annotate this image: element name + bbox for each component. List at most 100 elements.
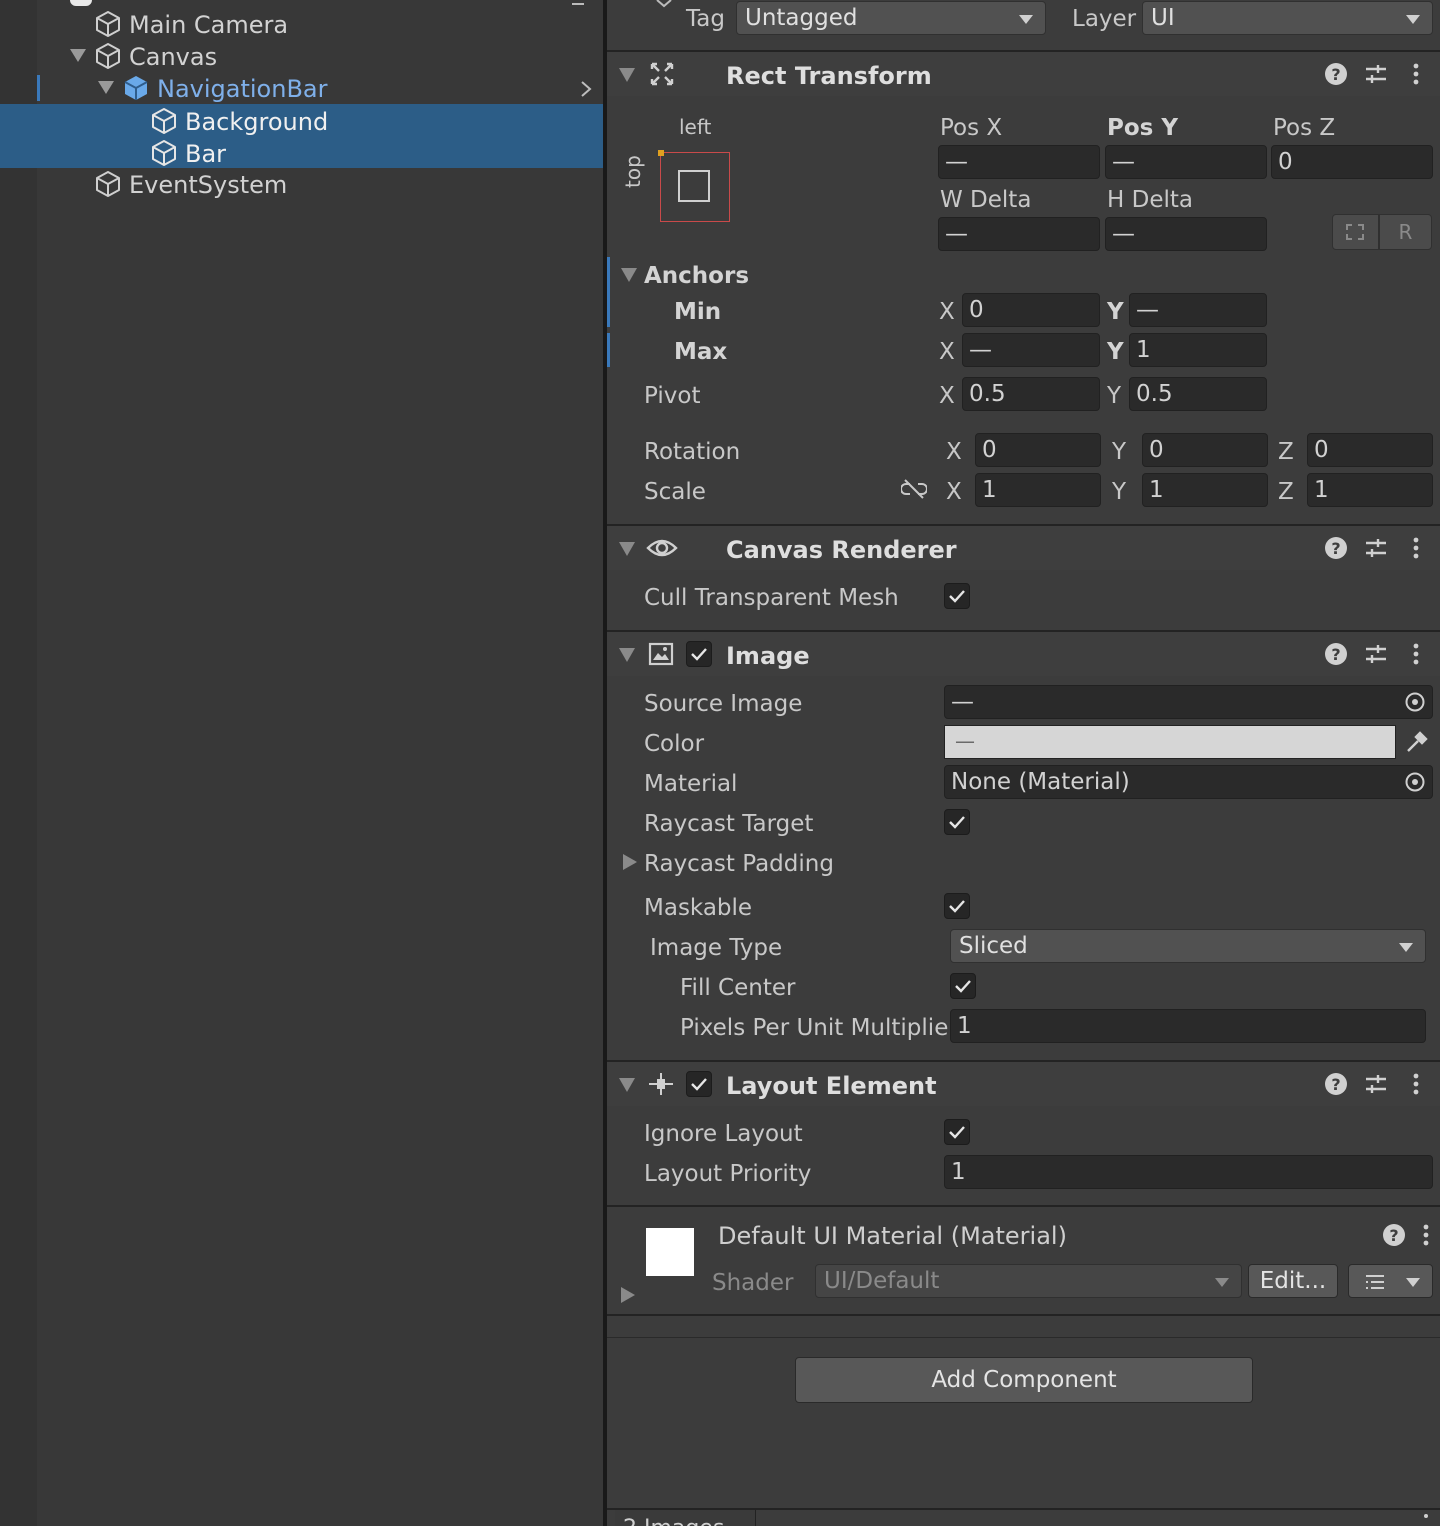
foldout-expanded-icon[interactable] (619, 542, 635, 556)
h-delta-field[interactable]: — (1105, 217, 1267, 251)
raycast-target-checkbox[interactable] (944, 809, 970, 835)
hierarchy-item-eventsystem[interactable]: EventSystem (0, 167, 603, 199)
foldout-expanded-icon[interactable] (619, 68, 635, 82)
anchor-min-y-field[interactable]: — (1129, 293, 1267, 327)
layout-element-header[interactable]: Layout Element ? (607, 1062, 1440, 1106)
scale-z-field[interactable]: 1 (1307, 473, 1433, 507)
more-options-icon[interactable] (1403, 61, 1429, 87)
pos-z-label[interactable]: Pos Z (1273, 115, 1335, 141)
h-delta-label[interactable]: H Delta (1107, 187, 1193, 213)
pos-y-label[interactable]: Pos Y (1107, 115, 1178, 141)
rotation-x-field[interactable]: 0 (975, 433, 1101, 467)
image-header[interactable]: Image ? (607, 632, 1440, 676)
raycast-padding-foldout-icon[interactable] (623, 854, 637, 870)
axis-y-label[interactable]: Y (1107, 339, 1124, 365)
axis-x-label[interactable]: X (939, 299, 955, 325)
edit-shader-button[interactable]: Edit... (1248, 1264, 1338, 1298)
anchor-max-x-field[interactable]: — (962, 333, 1100, 367)
help-icon[interactable]: ? (1381, 1222, 1407, 1248)
hierarchy-item-main-camera[interactable]: Main Camera (0, 7, 603, 39)
axis-y-label[interactable]: Y (1112, 479, 1126, 505)
preset-icon[interactable] (1363, 535, 1389, 561)
preset-icon[interactable] (1363, 641, 1389, 667)
blueprint-mode-button[interactable] (1332, 214, 1379, 250)
axis-x-label[interactable]: X (939, 339, 955, 365)
preset-icon[interactable] (1363, 1071, 1389, 1097)
help-icon[interactable]: ? (1323, 641, 1349, 667)
pos-x-field[interactable]: — (938, 145, 1100, 179)
axis-y-label[interactable]: Y (1112, 439, 1126, 465)
foldout-expanded-icon[interactable] (98, 81, 114, 94)
axis-x-label[interactable]: X (946, 479, 962, 505)
hierarchy-item-canvas[interactable]: Canvas (0, 39, 603, 71)
preview-tab[interactable]: 2 Images (615, 1510, 756, 1526)
constrain-proportions-icon[interactable] (901, 476, 927, 502)
scale-x-field[interactable]: 1 (975, 473, 1101, 507)
pixels-per-unit-field[interactable]: 1 (950, 1009, 1426, 1043)
source-image-field[interactable]: — (944, 685, 1433, 719)
foldout-expanded-icon[interactable] (619, 648, 635, 662)
preset-icon[interactable] (1363, 61, 1389, 87)
foldout-expanded-icon[interactable] (70, 49, 86, 62)
add-component-button[interactable]: Add Component (795, 1357, 1253, 1403)
fill-center-checkbox[interactable] (950, 973, 976, 999)
rect-transform-header[interactable]: Rect Transform ? (607, 52, 1440, 96)
maskable-checkbox[interactable] (944, 893, 970, 919)
w-delta-label[interactable]: W Delta (940, 187, 1031, 213)
chevron-right-icon[interactable] (578, 79, 594, 99)
help-icon[interactable]: ? (1323, 61, 1349, 87)
foldout-expanded-icon[interactable] (619, 1078, 635, 1092)
anchor-preset-button[interactable] (658, 150, 730, 222)
canvas-renderer-header[interactable]: Canvas Renderer ? (607, 526, 1440, 570)
image-type-dropdown[interactable]: Sliced (950, 929, 1426, 963)
more-options-icon[interactable] (1419, 1222, 1433, 1248)
w-delta-field[interactable]: — (938, 217, 1100, 251)
anchor-min-x-field[interactable]: 0 (962, 293, 1100, 327)
preview-menu-icon[interactable] (1424, 1514, 1428, 1518)
anchor-max-y-field[interactable]: 1 (1129, 333, 1267, 367)
maskable-label: Maskable (644, 895, 753, 921)
image-enabled-checkbox[interactable] (686, 641, 712, 667)
material-field[interactable]: None (Material) (944, 765, 1433, 799)
pos-y-field[interactable]: — (1105, 145, 1267, 179)
more-options-icon[interactable] (1403, 535, 1429, 561)
pivot-y-field[interactable]: 0.5 (1129, 377, 1267, 411)
axis-y-label[interactable]: Y (1107, 383, 1121, 409)
raw-edit-button[interactable]: R (1379, 214, 1432, 250)
axis-z-label[interactable]: Z (1278, 479, 1294, 505)
axis-x-label[interactable]: X (939, 383, 955, 409)
tag-dropdown[interactable]: Untagged (736, 1, 1046, 35)
axis-x-label[interactable]: X (946, 439, 962, 465)
more-options-icon[interactable] (1403, 1071, 1429, 1097)
shader-options-button[interactable] (1348, 1264, 1433, 1298)
hierarchy-item-navigationbar[interactable]: NavigationBar (0, 71, 603, 103)
anchors-label[interactable]: Anchors (644, 263, 749, 289)
scale-y-field[interactable]: 1 (1142, 473, 1268, 507)
layout-priority-field[interactable]: 1 (944, 1155, 1433, 1189)
color-swatch-field[interactable]: — (944, 725, 1396, 759)
more-options-icon[interactable] (1403, 641, 1429, 667)
object-picker-icon[interactable] (1404, 771, 1426, 793)
eyedropper-icon[interactable] (1404, 729, 1430, 755)
pos-x-label[interactable]: Pos X (940, 115, 1002, 141)
axis-y-label[interactable]: Y (1107, 299, 1124, 325)
chevron-down-icon (656, 0, 672, 8)
help-icon[interactable]: ? (1323, 535, 1349, 561)
axis-z-label[interactable]: Z (1278, 439, 1294, 465)
rotation-y-field[interactable]: 0 (1142, 433, 1268, 467)
help-icon[interactable]: ? (1323, 1071, 1349, 1097)
ignore-layout-checkbox[interactable] (944, 1119, 970, 1145)
hierarchy-item-bar[interactable]: Bar (0, 136, 603, 168)
pivot-x-field[interactable]: 0.5 (962, 377, 1100, 411)
layer-dropdown[interactable]: UI (1142, 1, 1433, 35)
shader-dropdown[interactable]: UI/Default (815, 1264, 1242, 1298)
object-picker-icon[interactable] (1404, 691, 1426, 713)
rotation-z-field[interactable]: 0 (1307, 433, 1433, 467)
raycast-padding-label[interactable]: Raycast Padding (644, 851, 834, 877)
pos-z-field[interactable]: 0 (1271, 145, 1433, 179)
anchors-foldout-icon[interactable] (621, 268, 637, 282)
layout-element-enabled-checkbox[interactable] (686, 1071, 712, 1097)
material-foldout-icon[interactable] (621, 1287, 635, 1303)
hierarchy-item-background[interactable]: Background (0, 104, 603, 136)
cull-transparent-mesh-checkbox[interactable] (944, 583, 970, 609)
